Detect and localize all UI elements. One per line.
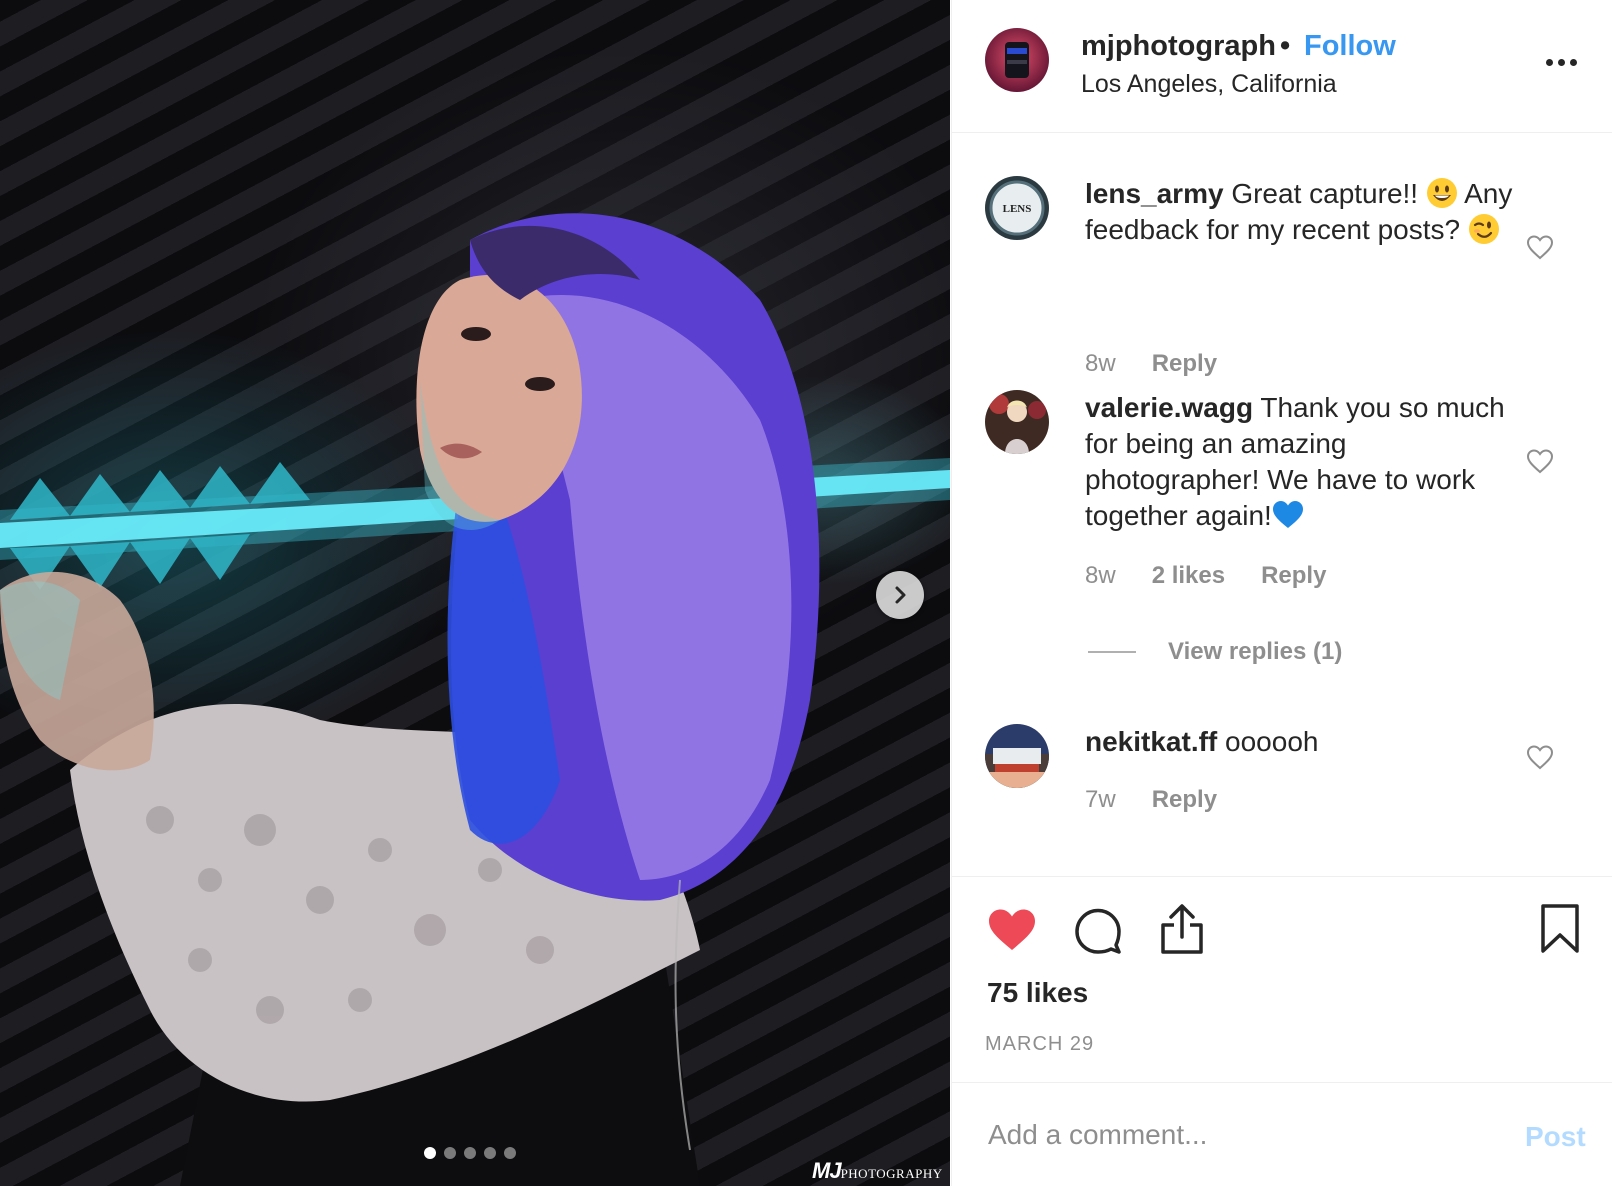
reply-button[interactable]: Reply	[1152, 350, 1217, 378]
bookmark-icon[interactable]	[1540, 903, 1580, 955]
post-date[interactable]: MARCH 29	[985, 1033, 1094, 1056]
carousel-dot	[444, 1147, 456, 1159]
author-username[interactable]: mjphotograph	[1081, 30, 1276, 63]
post-header: mjphotograph • Follow Los Angeles, Calif…	[952, 0, 1612, 133]
comment-body: oooooh	[1217, 726, 1319, 757]
like-comment-heart-icon[interactable]	[1526, 234, 1554, 260]
blue-heart-emoji-icon	[1272, 501, 1303, 528]
carousel-dot	[424, 1147, 436, 1159]
post-location[interactable]: Los Angeles, California	[1081, 70, 1337, 99]
carousel-dot	[504, 1147, 516, 1159]
commenter-username[interactable]: lens_army	[1085, 178, 1224, 209]
post-actions: 75 likes MARCH 29	[952, 876, 1612, 1082]
add-comment-bar: Post	[952, 1082, 1612, 1186]
nekitkat-avatar-image	[985, 724, 1049, 788]
post-likes-count[interactable]: 75 likes	[987, 977, 1088, 1009]
post-photo[interactable]: MJPHOTOGRAPHY	[0, 0, 950, 1186]
commenter-avatar[interactable]	[985, 390, 1049, 454]
comment-icon[interactable]	[1074, 907, 1122, 955]
post-photo-scene	[0, 213, 950, 1186]
comments-list: LENS lens_army Great capture!! Any feedb…	[952, 134, 1612, 874]
comment-input[interactable]	[988, 1111, 1468, 1159]
comment-text: lens_army Great capture!! Any feedback f…	[1085, 176, 1515, 248]
view-replies-label: View replies (1)	[1168, 638, 1343, 665]
comment-time[interactable]: 8w	[1085, 562, 1116, 590]
more-dot	[1546, 58, 1553, 66]
lens-army-avatar-image: LENS	[985, 176, 1049, 240]
replies-divider-line	[1088, 651, 1136, 653]
reply-button[interactable]: Reply	[1261, 562, 1326, 590]
comment-text: nekitkat.ff oooooh	[1085, 724, 1515, 760]
grinning-face-emoji-icon	[1426, 178, 1457, 208]
like-comment-heart-icon[interactable]	[1526, 744, 1554, 770]
author-avatar[interactable]	[985, 28, 1049, 92]
comment-text: valerie.wagg Thank you so much for being…	[1085, 390, 1515, 534]
carousel-dot	[464, 1147, 476, 1159]
post-comment-button[interactable]: Post	[1525, 1121, 1586, 1153]
watermark-text: PHOTOGRAPHY	[840, 1166, 943, 1181]
comment-likes-count[interactable]: 2 likes	[1152, 562, 1225, 590]
follow-button[interactable]: Follow	[1304, 30, 1396, 63]
camera-lens-avatar-image	[985, 28, 1049, 92]
svg-text:LENS: LENS	[1003, 203, 1032, 215]
carousel-indicator	[424, 1147, 516, 1159]
reply-button[interactable]: Reply	[1152, 786, 1217, 814]
comment-meta: 7w Reply	[1085, 786, 1217, 814]
photo-watermark: MJPHOTOGRAPHY	[812, 1158, 943, 1184]
comment-body: Great capture!!	[1223, 178, 1426, 209]
commenter-username[interactable]: nekitkat.ff	[1085, 726, 1217, 757]
share-icon[interactable]	[1159, 903, 1205, 955]
commenter-avatar[interactable]: LENS	[985, 176, 1049, 240]
carousel-next-button[interactable]	[876, 571, 924, 619]
comment-time[interactable]: 8w	[1085, 350, 1116, 378]
more-dot	[1570, 58, 1577, 66]
more-options-icon[interactable]	[1546, 52, 1586, 72]
comment-time[interactable]: 7w	[1085, 786, 1116, 814]
carousel-dot	[484, 1147, 496, 1159]
watermark-brand: MJ	[812, 1158, 842, 1183]
winking-face-emoji-icon	[1468, 214, 1499, 244]
chevron-right-icon	[895, 586, 906, 604]
post-details-panel: mjphotograph • Follow Los Angeles, Calif…	[951, 0, 1612, 1186]
commenter-avatar[interactable]	[985, 724, 1049, 788]
header-separator: •	[1280, 30, 1291, 62]
more-dot	[1558, 58, 1565, 66]
comment-meta: 8w 2 likes Reply	[1085, 562, 1326, 590]
liked-heart-icon[interactable]	[987, 907, 1037, 953]
comment-meta: 8w Reply	[1085, 350, 1217, 378]
like-comment-heart-icon[interactable]	[1526, 448, 1554, 474]
view-replies-button[interactable]: View replies (1)	[1088, 638, 1342, 666]
commenter-username[interactable]: valerie.wagg	[1085, 392, 1253, 423]
valerie-avatar-image	[985, 390, 1049, 454]
